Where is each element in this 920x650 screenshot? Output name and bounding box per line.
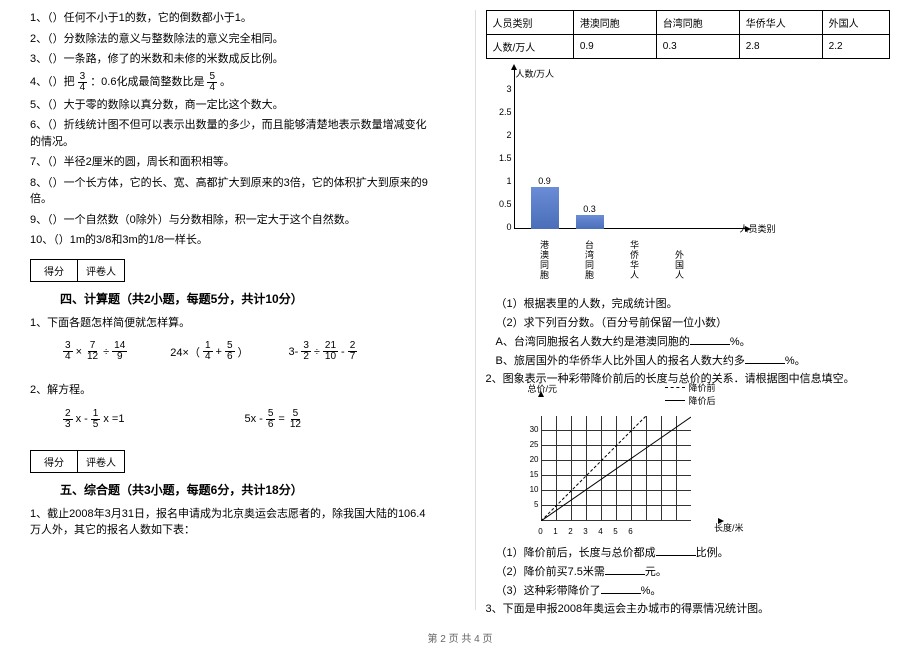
- tf-q4: 4、（）把 34 ：0.6化成最简整数比是 54 。: [30, 72, 435, 93]
- table-data-row: 人数/万人 0.9 0.3 2.8 2.2: [486, 35, 890, 59]
- tf-q3: 3、（）一条路，修了的米数和未修的米数成反比例。: [30, 51, 435, 68]
- tf-q9: 9、（）一个自然数（0除外）与分数相除，积一定大于这个自然数。: [30, 212, 435, 229]
- q1-1: （1）根据表里的人数，完成统计图。: [496, 295, 891, 311]
- tf-q7: 7、（）半径2厘米的圆，周长和面积相等。: [30, 154, 435, 171]
- section-4-title: 四、计算题（共2小题，每题5分，共计10分）: [60, 290, 435, 307]
- lc-x-label: 长度/米: [714, 521, 744, 534]
- blank-input[interactable]: [690, 344, 730, 345]
- right-column: 人员类别 港澳同胞 台湾同胞 华侨华人 外国人 人数/万人 0.9 0.3 2.…: [475, 10, 891, 610]
- fraction: 34: [78, 72, 88, 93]
- score-box: 得分 评卷人: [30, 259, 125, 282]
- legend: 降价前 降价后: [665, 381, 715, 407]
- tf-q2: 2、（）分数除法的意义与整数除法的意义完全相同。: [30, 31, 435, 48]
- q1-2a: A、台湾同胞报名人数大约是港澳同胞的%。: [496, 333, 891, 349]
- legend-after: 降价后: [665, 394, 715, 407]
- q2-3: （3）这种彩带降价了%。: [496, 582, 891, 598]
- q3: 3、下面是申报2008年奥运会主办城市的得票情况统计图。: [486, 601, 891, 618]
- calc2-b: 5x - 56 = 512: [244, 409, 305, 430]
- q1-2b: B、旅居国外的华侨华人比外国人的报名人数大约多%。: [496, 352, 891, 368]
- line-plot: [541, 416, 691, 521]
- tf-q8: 8、（）一个长方体，它的长、宽、高都扩大到原来的3倍，它的体积扩大到原来的9倍。: [30, 175, 435, 208]
- grader-cell: 评卷人: [78, 260, 124, 281]
- tf-q1: 1、（）任何不小于1的数，它的倒数都小于1。: [30, 10, 435, 27]
- blank-input[interactable]: [745, 363, 785, 364]
- section-5-title: 五、综合题（共3小题，每题6分，共计18分）: [60, 481, 435, 498]
- q2-1: （1）降价前后，长度与总价都成比例。: [496, 544, 891, 560]
- lc-y-label: 总价/元: [528, 382, 558, 395]
- calc1-c: 3- 32 ÷ 2110 - 27: [289, 341, 361, 362]
- x-axis-label: 人员类别: [739, 222, 775, 235]
- score-cell: 得分: [31, 260, 78, 281]
- legend-before: 降价前: [665, 381, 715, 394]
- calc1-a: 34 × 712 ÷ 149: [60, 341, 130, 362]
- calc2-a: 23 x - 15 x =1: [60, 409, 124, 430]
- fraction: 54: [207, 72, 217, 93]
- dash-icon: [665, 387, 685, 388]
- tf-q5: 5、（）大于零的数除以真分数，商一定比这个数大。: [30, 97, 435, 114]
- tf-q6: 6、（）折线统计图不但可以表示出数量的多少，而且能够清楚地表示数量增减变化的情况…: [30, 117, 435, 150]
- page-footer: 第 2 页 共 4 页: [0, 630, 920, 645]
- score-box-2: 得分 评卷人: [30, 450, 125, 473]
- calc2-row: 23 x - 15 x =1 5x - 56 = 512: [60, 409, 435, 430]
- q2-2: （2）降价前买7.5米需元。: [496, 563, 891, 579]
- comp1: 1、截止2008年3月31日，报名申请成为北京奥运会志愿者的，除我国大陆的106…: [30, 506, 435, 539]
- left-column: 1、（）任何不小于1的数，它的倒数都小于1。 2、（）分数除法的意义与整数除法的…: [30, 10, 445, 610]
- bar-chart: 人数/万人 人员类别 0 0.5 1 1.5 2 2.5 3 0.9 0.3 港…: [486, 69, 766, 249]
- calc1-b: 24×（ 14 + 56 ）: [170, 341, 248, 362]
- blank-input[interactable]: [601, 593, 641, 594]
- calc1-intro: 1、下面各题怎样简便就怎样算。: [30, 315, 435, 332]
- table-header-row: 人员类别 港澳同胞 台湾同胞 华侨华人 外国人: [486, 11, 890, 35]
- calc1-row: 34 × 712 ÷ 149 24×（ 14 + 56 ） 3- 32 ÷ 21…: [60, 341, 435, 362]
- data-table: 人员类别 港澳同胞 台湾同胞 华侨华人 外国人 人数/万人 0.9 0.3 2.…: [486, 10, 891, 59]
- bar-1: [531, 187, 559, 229]
- line-chart: 降价前 降价后 总价/元 长度/米 0 1 2 3 4 5 6 5 10 15 …: [516, 396, 716, 536]
- solid-icon: [665, 400, 685, 401]
- blank-input[interactable]: [656, 555, 696, 556]
- y-axis-label: 人数/万人: [516, 67, 555, 80]
- bar-2: [576, 215, 604, 229]
- calc2-intro: 2、解方程。: [30, 382, 435, 399]
- q1-2: （2）求下列百分数。（百分号前保留一位小数）: [496, 314, 891, 330]
- blank-input[interactable]: [605, 574, 645, 575]
- tf-q10: 10、（）1m的3/8和3m的1/8一样长。: [30, 232, 435, 249]
